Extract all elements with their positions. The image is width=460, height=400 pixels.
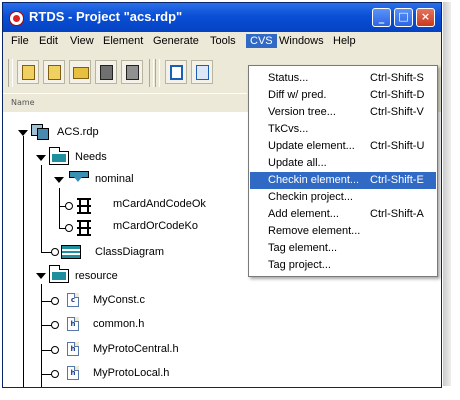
menu-generate[interactable]: Generate	[153, 35, 199, 47]
app-logo-icon	[9, 11, 24, 26]
column-header[interactable]: Name	[3, 93, 247, 113]
leaf-node-icon	[51, 370, 59, 378]
tree-connector	[59, 188, 60, 228]
cvs-dropdown-menu: Status... Ctrl-Shift-S Diff w/ pred. Ctrl-…	[248, 65, 438, 277]
leaf-node-icon	[65, 202, 73, 210]
menu-view[interactable]: View	[70, 35, 94, 47]
folder-icon	[49, 265, 69, 283]
checkbox-icon	[170, 65, 183, 80]
menu-item-checkin-element[interactable]: Checkin element... Ctrl-Shift-E	[250, 172, 436, 189]
toolbar-separator	[155, 59, 160, 87]
c-file-icon: c	[67, 293, 79, 307]
menu-item-version-tree[interactable]: Version tree... Ctrl-Shift-V	[250, 104, 436, 121]
window-shadow	[443, 2, 451, 386]
open-button[interactable]	[69, 60, 91, 84]
leaf-node-icon	[51, 297, 59, 305]
save-all-icon	[126, 65, 139, 80]
menu-file[interactable]: File	[11, 35, 29, 47]
save-button[interactable]	[95, 60, 117, 84]
tree-item-common-h[interactable]: common.h	[93, 318, 144, 330]
menu-help[interactable]: Help	[333, 35, 356, 47]
menu-item-diff[interactable]: Diff w/ pred. Ctrl-Shift-D	[250, 87, 436, 104]
checkin-icon	[196, 65, 209, 80]
leaf-node-icon	[51, 321, 59, 329]
maximize-icon: □	[398, 10, 409, 23]
tree-item-card-ko[interactable]: mCardOrCodeKo	[113, 220, 198, 232]
tree-item-needs[interactable]: Needs	[75, 151, 107, 163]
menu-item-add-element[interactable]: Add element... Ctrl-Shift-A	[250, 206, 436, 223]
leaf-node-icon	[51, 346, 59, 354]
menu-item-tag-element[interactable]: Tag element...	[250, 240, 436, 257]
process-icon	[69, 171, 89, 187]
toolbar-separator	[149, 59, 154, 87]
menu-windows[interactable]: Windows	[279, 35, 324, 47]
title-bar[interactable]: RTDS - Project "acs.rdp" _ □ ×	[3, 3, 441, 32]
tree-item-root[interactable]: ACS.rdp	[57, 126, 99, 138]
close-button[interactable]: ×	[416, 8, 435, 27]
project-icon	[22, 65, 35, 80]
tree-item-nominal[interactable]: nominal	[95, 173, 134, 185]
menu-element[interactable]: Element	[103, 35, 143, 47]
new-project-button[interactable]	[17, 60, 39, 84]
tree-connector	[23, 136, 24, 387]
minimize-button[interactable]: _	[372, 8, 391, 27]
close-icon: ×	[420, 10, 431, 23]
menu-cvs[interactable]: CVS	[246, 34, 277, 48]
menu-item-tkcvs[interactable]: TkCvs...	[250, 121, 436, 138]
menu-item-remove-element[interactable]: Remove element...	[250, 223, 436, 240]
folder-icon	[49, 147, 69, 165]
tree-connector	[41, 284, 42, 387]
save-icon	[100, 65, 113, 80]
tree-item-proto-central[interactable]: MyProtoCentral.h	[93, 343, 179, 355]
h-file-icon: h	[67, 317, 79, 331]
maximize-button[interactable]: □	[394, 8, 413, 27]
menu-item-update-element[interactable]: Update element... Ctrl-Shift-U	[250, 138, 436, 155]
leaf-node-icon	[51, 248, 59, 256]
expand-toggle[interactable]	[18, 130, 28, 136]
menu-item-update-all[interactable]: Update all...	[250, 155, 436, 172]
expand-toggle[interactable]	[36, 273, 46, 279]
tree-item-resource[interactable]: resource	[75, 270, 118, 282]
menu-item-status[interactable]: Status... Ctrl-Shift-S	[250, 70, 436, 87]
tree-item-class-diagram[interactable]: ClassDiagram	[95, 246, 164, 258]
column-header-name: Name	[11, 98, 35, 107]
main-window: RTDS - Project "acs.rdp" _ □ × File Edit…	[2, 2, 442, 388]
leaf-node-icon	[65, 224, 73, 232]
expand-toggle[interactable]	[36, 155, 46, 161]
class-diagram-icon	[61, 245, 81, 259]
menu-item-tag-project[interactable]: Tag project...	[250, 257, 436, 274]
expand-toggle[interactable]	[54, 177, 64, 183]
tree-connector	[41, 165, 42, 252]
menu-edit[interactable]: Edit	[39, 35, 58, 47]
project-icon	[31, 124, 49, 140]
menu-tools[interactable]: Tools	[210, 35, 236, 47]
scenario-icon	[77, 220, 91, 236]
save-all-button[interactable]	[121, 60, 143, 84]
tree-item-card-ok[interactable]: mCardAndCodeOk	[113, 198, 206, 210]
checkin-toolbar-button[interactable]	[191, 60, 213, 84]
h-file-icon: h	[67, 342, 79, 356]
h-file-icon: h	[67, 366, 79, 380]
menu-item-checkin-project[interactable]: Checkin project...	[250, 189, 436, 206]
menu-bar: File Edit View Element Generate Tools CV…	[3, 32, 441, 54]
scenario-icon	[77, 198, 91, 214]
zip-icon	[48, 65, 61, 80]
minimize-icon: _	[378, 11, 385, 24]
toolbar-separator	[8, 59, 13, 87]
zip-button[interactable]	[43, 60, 65, 84]
tree-item-proto-local[interactable]: MyProtoLocal.h	[93, 367, 169, 379]
open-folder-icon	[73, 67, 89, 79]
tree-item-my-const[interactable]: MyConst.c	[93, 294, 145, 306]
window-title: RTDS - Project "acs.rdp"	[29, 9, 183, 24]
check-button[interactable]	[165, 60, 187, 84]
